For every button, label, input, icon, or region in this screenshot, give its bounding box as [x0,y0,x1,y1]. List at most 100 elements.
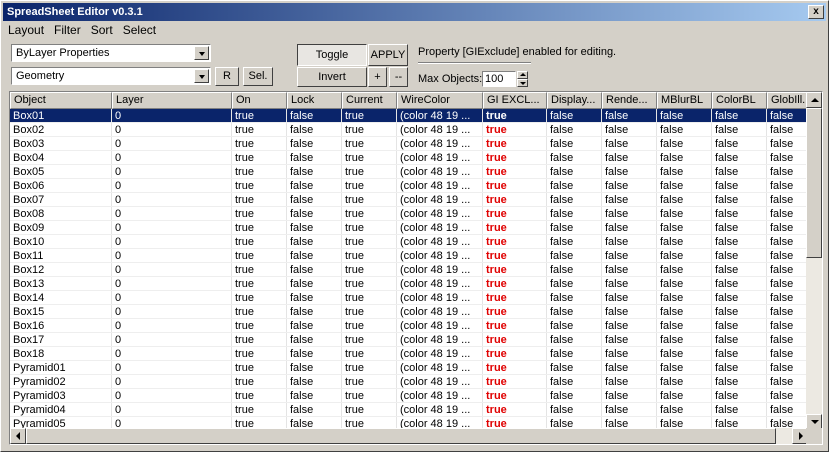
table-cell[interactable]: false [657,179,712,193]
table-cell[interactable]: 0 [112,123,232,137]
table-cell[interactable]: false [602,305,657,319]
table-cell[interactable]: (color 48 19 ... [397,277,483,291]
table-cell[interactable]: false [602,179,657,193]
column-header[interactable]: Display... [547,92,602,109]
column-header[interactable]: Current [342,92,397,109]
table-cell[interactable]: true [483,305,547,319]
table-cell[interactable]: false [547,249,602,263]
table-cell[interactable]: true [483,179,547,193]
spinner-up-icon[interactable] [517,71,528,79]
table-cell[interactable]: false [602,333,657,347]
object-name-cell[interactable]: Box09 [10,221,112,235]
table-cell[interactable]: true [483,123,547,137]
table-cell[interactable]: false [767,109,808,123]
menu-filter[interactable]: Filter [49,21,86,39]
table-cell[interactable]: 0 [112,137,232,151]
table-cell[interactable]: true [342,109,397,123]
table-cell[interactable]: false [602,165,657,179]
table-cell[interactable]: false [287,389,342,403]
table-cell[interactable]: false [712,137,767,151]
table-cell[interactable]: false [767,277,808,291]
table-cell[interactable]: false [287,109,342,123]
table-cell[interactable]: false [547,207,602,221]
table-cell[interactable]: (color 48 19 ... [397,109,483,123]
table-cell[interactable]: true [483,319,547,333]
table-cell[interactable]: 0 [112,361,232,375]
table-cell[interactable]: (color 48 19 ... [397,249,483,263]
table-cell[interactable]: false [602,235,657,249]
minus-button[interactable]: -- [389,67,408,87]
table-row[interactable]: Box15 0 true false true (color 48 19 ... true f… [10,305,808,319]
table-cell[interactable]: false [547,109,602,123]
table-cell[interactable]: true [342,305,397,319]
table-row[interactable]: Box03 0 true false true (color 48 19 ... true f… [10,137,808,151]
table-cell[interactable]: true [483,347,547,361]
object-name-cell[interactable]: Box16 [10,319,112,333]
table-cell[interactable]: 0 [112,333,232,347]
table-cell[interactable]: false [602,375,657,389]
table-cell[interactable]: false [767,207,808,221]
table-cell[interactable]: false [657,165,712,179]
table-cell[interactable]: (color 48 19 ... [397,165,483,179]
table-cell[interactable]: false [287,403,342,417]
object-name-cell[interactable]: Box10 [10,235,112,249]
table-cell[interactable]: false [767,319,808,333]
table-cell[interactable]: true [232,179,287,193]
table-cell[interactable]: false [547,375,602,389]
table-cell[interactable]: true [342,389,397,403]
table-cell[interactable]: true [342,277,397,291]
table-cell[interactable]: true [483,193,547,207]
object-name-cell[interactable]: Pyramid01 [10,361,112,375]
column-header[interactable]: MBlurBL [657,92,712,109]
table-cell[interactable]: false [287,193,342,207]
table-cell[interactable]: false [547,193,602,207]
object-name-cell[interactable]: Pyramid02 [10,375,112,389]
table-cell[interactable]: false [602,249,657,263]
table-cell[interactable]: false [287,123,342,137]
table-cell[interactable]: false [287,277,342,291]
table-cell[interactable]: true [232,333,287,347]
table-cell[interactable]: true [342,333,397,347]
table-cell[interactable]: false [767,375,808,389]
table-cell[interactable]: false [767,389,808,403]
table-cell[interactable]: false [657,305,712,319]
table-cell[interactable]: true [232,151,287,165]
object-name-cell[interactable]: Pyramid03 [10,389,112,403]
table-cell[interactable]: false [287,137,342,151]
table-cell[interactable]: false [547,277,602,291]
table-row[interactable]: Box05 0 true false true (color 48 19 ... true f… [10,165,808,179]
table-cell[interactable]: false [547,305,602,319]
table-row[interactable]: Box12 0 true false true (color 48 19 ... true f… [10,263,808,277]
table-cell[interactable]: true [483,291,547,305]
table-cell[interactable]: false [767,179,808,193]
table-cell[interactable]: false [657,361,712,375]
table-cell[interactable]: false [657,319,712,333]
table-cell[interactable]: false [547,151,602,165]
horizontal-scroll-thumb[interactable] [26,428,776,444]
table-cell[interactable]: false [547,291,602,305]
table-cell[interactable]: 0 [112,151,232,165]
column-header[interactable]: Rende... [602,92,657,109]
table-cell[interactable]: false [657,347,712,361]
table-cell[interactable]: true [342,319,397,333]
table-row[interactable]: Box01 0 true false true (color 48 19 ... true f… [10,109,808,123]
table-cell[interactable]: true [342,123,397,137]
table-cell[interactable]: (color 48 19 ... [397,305,483,319]
invert-button[interactable]: Invert [297,67,367,87]
table-cell[interactable]: true [483,249,547,263]
table-cell[interactable]: 0 [112,347,232,361]
table-cell[interactable]: true [342,291,397,305]
table-row[interactable]: Box14 0 true false true (color 48 19 ... true f… [10,291,808,305]
table-cell[interactable]: false [712,179,767,193]
chevron-down-icon[interactable] [194,69,209,83]
table-cell[interactable]: 0 [112,249,232,263]
table-cell[interactable]: 0 [112,263,232,277]
table-cell[interactable]: false [547,137,602,151]
table-cell[interactable]: false [602,277,657,291]
table-row[interactable]: Box04 0 true false true (color 48 19 ... true f… [10,151,808,165]
table-cell[interactable]: false [287,319,342,333]
title-bar[interactable]: SpreadSheet Editor v0.3.1 x [3,3,826,21]
scroll-left-icon[interactable] [10,428,26,444]
table-cell[interactable]: true [232,137,287,151]
table-cell[interactable]: false [712,249,767,263]
